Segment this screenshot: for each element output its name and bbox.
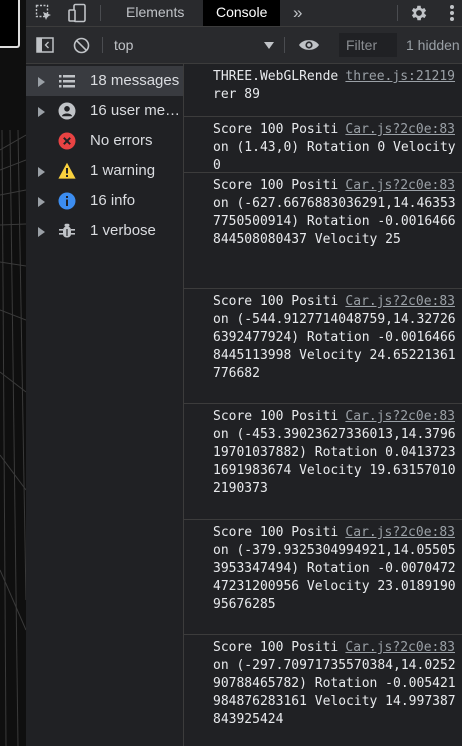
filter-input[interactable]: [339, 33, 397, 57]
page-canvas-strip: [0, 0, 27, 746]
chevron-right-icon: [38, 227, 45, 237]
divider: [397, 5, 398, 21]
chevron-right-icon: [38, 77, 45, 87]
sidebar-item-label: No errors: [90, 132, 153, 149]
console-message: Car.js?2c0e:83 Score 100 Position (-627.…: [184, 173, 462, 289]
sidebar-toggle-icon[interactable]: [36, 36, 54, 54]
sidebar-item-label: 1 warning: [90, 162, 156, 179]
list-icon: [59, 75, 75, 88]
source-link[interactable]: Car.js?2c0e:83: [345, 293, 455, 311]
warning-icon: [58, 162, 76, 179]
console-message: Car.js?2c0e:83 Score 100 Position (-453.…: [184, 404, 462, 520]
inspect-element-icon[interactable]: [35, 4, 53, 22]
divider: [284, 37, 285, 53]
clear-console-icon[interactable]: [72, 36, 90, 54]
tab-console[interactable]: Console: [203, 0, 281, 26]
sidebar-item-errors[interactable]: No errors: [26, 126, 183, 156]
gear-icon[interactable]: [408, 2, 430, 24]
console-message: Car.js?2c0e:83 Score 100 Position (-379.…: [184, 520, 462, 635]
info-icon: [58, 192, 76, 210]
source-link[interactable]: Car.js?2c0e:83: [345, 177, 455, 195]
hidden-count: 1 hidden: [406, 37, 460, 53]
chevron-right-icon: [38, 167, 45, 177]
sidebar-item-label: 16 info: [90, 192, 136, 209]
bug-icon: [59, 223, 75, 238]
sidebar-item-label: 1 verbose: [90, 222, 156, 239]
sidebar-item-label: 16 user messages: [90, 102, 182, 119]
source-link[interactable]: Car.js?2c0e:83: [345, 121, 455, 139]
console-message: Car.js?2c0e:83 Score 100 Position (-297.…: [184, 635, 462, 746]
sidebar-item-verbose[interactable]: 1 verbose: [26, 216, 183, 246]
devtools-tabbar: Elements Console »: [26, 0, 462, 27]
page-panel-edge: [0, 0, 20, 48]
more-options-icon[interactable]: [446, 3, 458, 23]
chevron-right-icon: [38, 107, 45, 117]
source-link[interactable]: three.js:21219: [345, 68, 455, 86]
sidebar-item-info[interactable]: 16 info: [26, 186, 183, 216]
eye-icon[interactable]: [298, 37, 320, 53]
divider: [102, 37, 103, 53]
console-messages: three.js:21219 THREE.WebGLRenderer 89 Ca…: [184, 64, 462, 746]
console-message: three.js:21219 THREE.WebGLRenderer 89: [184, 64, 462, 117]
message-text: THREE.WebGLRenderer 89: [213, 69, 339, 102]
grid-canvas: [0, 129, 26, 746]
console-message: Car.js?2c0e:83 Score 100 Position (-544.…: [184, 289, 462, 404]
divider: [100, 5, 101, 21]
source-link[interactable]: Car.js?2c0e:83: [345, 408, 455, 426]
console-message: Car.js?2c0e:83 Score 100 Position (1.43,…: [184, 117, 462, 173]
error-icon: [58, 132, 76, 150]
sidebar-item-label: 18 messages: [90, 72, 180, 89]
chevron-right-icon: [38, 197, 45, 207]
sidebar-item-warnings[interactable]: 1 warning: [26, 156, 183, 186]
console-toolbar: top 1 hidden: [26, 27, 462, 64]
source-link[interactable]: Car.js?2c0e:83: [345, 639, 455, 657]
tab-elements[interactable]: Elements: [126, 0, 184, 26]
context-select[interactable]: top: [114, 37, 133, 53]
user-icon: [58, 102, 76, 120]
sidebar-item-messages[interactable]: 18 messages: [26, 66, 183, 96]
sidebar-item-user-messages[interactable]: 16 user messages: [26, 96, 183, 126]
device-toolbar-icon[interactable]: [67, 3, 89, 23]
console-sidebar: 18 messages 16 user messages No errors 1…: [26, 64, 184, 746]
source-link[interactable]: Car.js?2c0e:83: [345, 524, 455, 542]
chevron-down-icon[interactable]: [264, 40, 274, 50]
more-tabs-button[interactable]: »: [293, 0, 302, 26]
